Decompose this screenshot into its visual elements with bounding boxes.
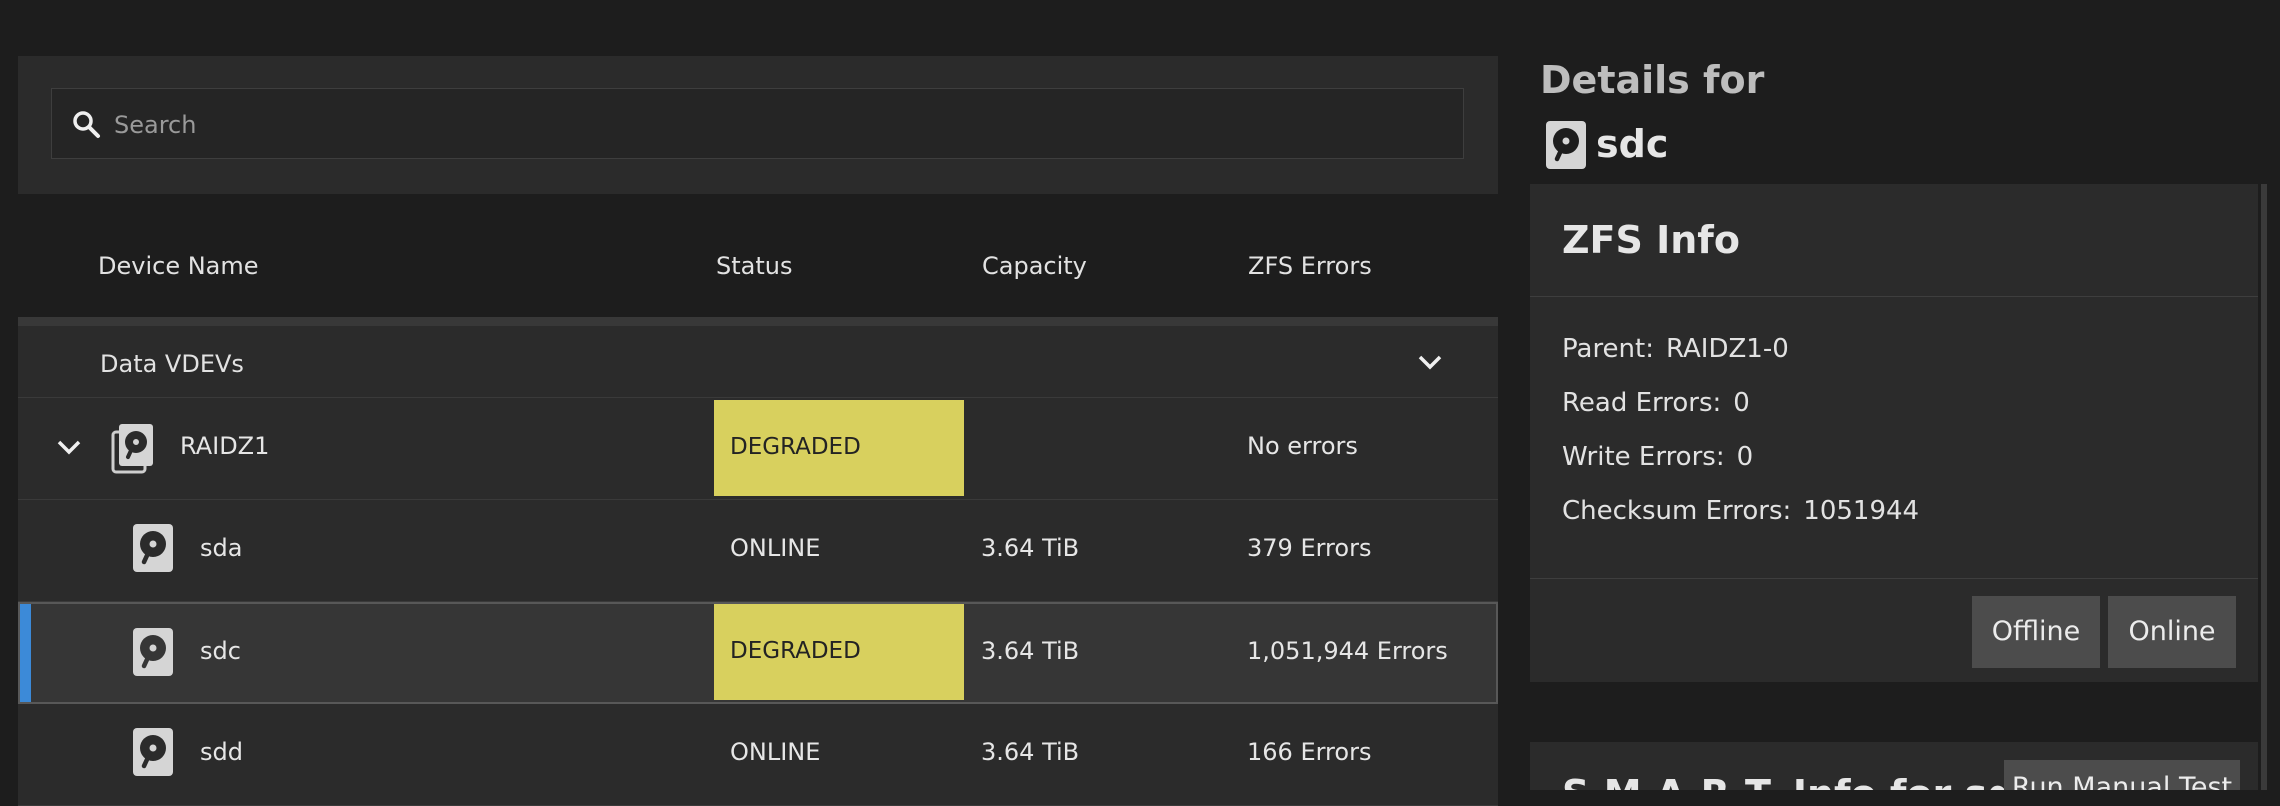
smart-info-card: S.M.A.R.T. Info for sdc Run Manual Test <box>1530 742 2258 790</box>
info-write-errors: Write Errors: 0 <box>1562 442 1753 472</box>
search-bar <box>18 56 1498 194</box>
info-value: 1051944 <box>1803 496 1920 526</box>
status-text: ONLINE <box>730 534 821 562</box>
info-label: Checksum Errors: <box>1562 496 1792 526</box>
info-checksum-errors: Checksum Errors: 1051944 <box>1562 496 1919 526</box>
hard-disk-icon <box>1546 121 1586 169</box>
search-icon <box>71 109 101 139</box>
search-input[interactable] <box>112 89 1446 160</box>
column-header-capacity[interactable]: Capacity <box>982 252 1087 280</box>
chevron-down-icon[interactable] <box>55 436 83 460</box>
run-manual-test-button[interactable]: Run Manual Test <box>2004 760 2240 790</box>
group-row-data-vdevs[interactable]: Data VDEVs <box>18 326 1498 398</box>
info-label: Read Errors: <box>1562 388 1722 418</box>
table-row-sdd[interactable]: sdd ONLINE 3.64 TiB 166 Errors <box>18 704 1498 806</box>
divider <box>1530 296 2258 297</box>
zfs-info-title: ZFS Info <box>1562 218 1740 262</box>
device-name: sdc <box>200 637 241 665</box>
divider <box>1530 578 2258 579</box>
status-badge: DEGRADED <box>714 400 964 496</box>
status-text: ONLINE <box>730 738 821 766</box>
offline-button[interactable]: Offline <box>1972 596 2100 668</box>
group-label: Data VDEVs <box>100 350 244 378</box>
info-value: 0 <box>1736 442 1754 472</box>
capacity-value: 3.64 TiB <box>981 637 1080 665</box>
capacity-value: 3.64 TiB <box>981 534 1080 562</box>
search-box[interactable] <box>51 88 1464 160</box>
zfs-errors-value: 1,051,944 Errors <box>1247 637 1448 665</box>
hard-disk-icon <box>133 524 173 572</box>
table-row-raidz1[interactable]: RAIDZ1 DEGRADED No errors <box>18 398 1498 500</box>
info-read-errors: Read Errors: 0 <box>1562 388 1750 418</box>
table-row-sdc[interactable]: sdc DEGRADED 3.64 TiB 1,051,944 Errors <box>18 602 1498 704</box>
device-name: sda <box>200 534 243 562</box>
chevron-down-icon[interactable] <box>1416 348 1444 376</box>
disk-group-icon <box>111 422 155 474</box>
info-value: RAIDZ1-0 <box>1666 334 1789 364</box>
table-row-sda[interactable]: sda ONLINE 3.64 TiB 379 Errors <box>18 500 1498 602</box>
column-header-zfs-errors[interactable]: ZFS Errors <box>1248 252 1372 280</box>
zfs-errors-value: 379 Errors <box>1247 534 1372 562</box>
smart-info-title: S.M.A.R.T. Info for sdc <box>1562 772 2037 790</box>
hard-disk-icon <box>133 628 173 676</box>
status-badge: DEGRADED <box>714 604 964 700</box>
zfs-info-card: ZFS Info Parent: RAIDZ1-0 Read Errors: 0 W… <box>1530 184 2258 682</box>
column-header-status[interactable]: Status <box>716 252 792 280</box>
zfs-errors-value: No errors <box>1247 432 1358 460</box>
hard-disk-icon <box>133 728 173 776</box>
info-value: 0 <box>1733 388 1750 418</box>
zfs-errors-value: 166 Errors <box>1247 738 1372 766</box>
capacity-value: 3.64 TiB <box>981 738 1080 766</box>
column-header-device-name[interactable]: Device Name <box>98 252 259 280</box>
info-label: Parent: <box>1562 334 1654 364</box>
selection-indicator <box>20 604 31 702</box>
table-header: Device Name Status Capacity ZFS Errors <box>18 194 1498 326</box>
info-parent: Parent: RAIDZ1-0 <box>1562 334 1789 364</box>
device-table-panel: Device Name Status Capacity ZFS Errors D… <box>18 56 1498 806</box>
device-name: RAIDZ1 <box>180 432 270 460</box>
details-disk-name: sdc <box>1596 122 1669 166</box>
scrollbar[interactable] <box>2261 184 2267 790</box>
details-title: Details for <box>1540 58 1765 102</box>
info-label: Write Errors: <box>1562 442 1725 472</box>
device-name: sdd <box>200 738 243 766</box>
online-button[interactable]: Online <box>2108 596 2236 668</box>
